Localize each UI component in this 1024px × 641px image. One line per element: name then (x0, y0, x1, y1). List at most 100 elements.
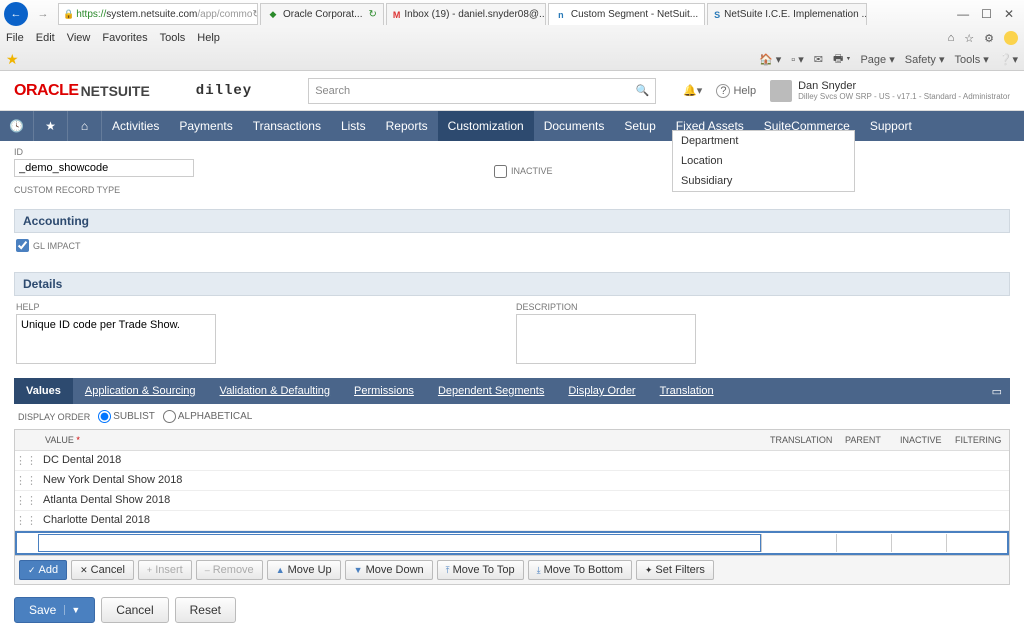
stop-icon[interactable]: ↻ (252, 9, 258, 20)
nav-back-button[interactable]: ← (4, 2, 28, 26)
tab-validation-defaulting[interactable]: Validation & Defaulting (208, 378, 342, 404)
browser-tab-3[interactable]: SNetSuite I.C.E. Implemenation ... (707, 3, 867, 25)
save-caret-icon[interactable]: ▼ (64, 605, 80, 615)
cancel-button[interactable]: Cancel (101, 597, 168, 623)
home-chrome-icon[interactable]: ⌂ (948, 32, 955, 44)
move-up-button[interactable]: ▲Move Up (267, 560, 341, 580)
url-bar[interactable]: 🔒 https://system.netsuite.com/app/commo … (58, 3, 258, 25)
cancel-row-button[interactable]: ✕Cancel (71, 560, 134, 580)
move-down-button[interactable]: ▼Move Down (345, 560, 433, 580)
id-label: ID (14, 147, 194, 157)
side-item-location[interactable]: Location (673, 151, 854, 171)
tab-refresh-icon[interactable]: ↻ (368, 9, 376, 20)
menu-edit[interactable]: Edit (36, 32, 55, 44)
col-inactive[interactable]: INACTIVE (894, 430, 949, 450)
gl-impact-checkbox[interactable] (16, 239, 29, 252)
accounting-header[interactable]: Accounting (14, 209, 1010, 233)
set-filters-button[interactable]: ✦Set Filters (636, 560, 714, 580)
browser-tab-1[interactable]: MInbox (19) - daniel.snyder08@... (386, 3, 546, 25)
toolbar-tools[interactable]: Tools ▾ (955, 53, 989, 66)
browser-tab-2[interactable]: nCustom Segment - NetSuit... (548, 3, 705, 25)
nav-customization[interactable]: Customization (438, 111, 534, 141)
star-chrome-icon[interactable]: ☆ (964, 32, 974, 45)
nav-transactions[interactable]: Transactions (243, 111, 331, 141)
insert-button[interactable]: +Insert (138, 560, 192, 580)
tab-permissions[interactable]: Permissions (342, 378, 426, 404)
table-row[interactable]: ⋮⋮DC Dental 2018 (15, 451, 1009, 471)
toolbar-feed-icon[interactable]: ▫ ▾ (791, 53, 803, 66)
id-input[interactable] (14, 159, 194, 177)
nav-payments[interactable]: Payments (169, 111, 242, 141)
tabs-maximize-icon[interactable]: ▭ (984, 385, 1010, 398)
window-close-icon[interactable]: ✕ (1004, 7, 1014, 21)
nav-reports[interactable]: Reports (376, 111, 438, 141)
table-row[interactable]: ⋮⋮Atlanta Dental Show 2018 (15, 491, 1009, 511)
search-icon[interactable]: 🔍 (636, 84, 650, 97)
radio-sublist[interactable]: SUBLIST (98, 410, 155, 423)
smiley-icon[interactable] (1004, 31, 1018, 45)
new-row-entry[interactable] (15, 531, 1009, 555)
description-textarea[interactable] (516, 314, 696, 364)
tab-dependent-segments[interactable]: Dependent Segments (426, 378, 556, 404)
favorites-star-icon[interactable]: ★ (6, 51, 19, 68)
side-item-subsidiary[interactable]: Subsidiary (673, 171, 854, 191)
menu-view[interactable]: View (67, 32, 91, 44)
notifications-icon[interactable]: 🔔▾ (683, 84, 702, 97)
table-row[interactable]: ⋮⋮Charlotte Dental 2018 (15, 511, 1009, 531)
toolbar-print-icon[interactable]: 🖶 ▾ (833, 50, 851, 69)
menu-file[interactable]: File (6, 32, 24, 44)
reset-button[interactable]: Reset (175, 597, 236, 623)
toolbar-help-icon[interactable]: ❔▾ (999, 53, 1018, 66)
inactive-checkbox[interactable] (494, 165, 507, 178)
nav-recent-icon[interactable]: 🕓 (0, 111, 34, 141)
col-parent[interactable]: PARENT (839, 430, 894, 450)
url-https: https:// (76, 9, 106, 20)
col-filtering[interactable]: FILTERING (949, 430, 1009, 450)
move-top-button[interactable]: ⤒Move To Top (437, 560, 524, 580)
nav-documents[interactable]: Documents (534, 111, 615, 141)
browser-tab-0[interactable]: ◆Oracle Corporat...↻ (260, 3, 384, 25)
nav-activities[interactable]: Activities (102, 111, 169, 141)
global-search-input[interactable]: Search 🔍 (308, 78, 656, 104)
tab-application-sourcing[interactable]: Application & Sourcing (73, 378, 208, 404)
save-button[interactable]: Save▼ (14, 597, 95, 623)
window-maximize-icon[interactable]: ☐ (981, 7, 992, 21)
col-translation[interactable]: TRANSLATION (764, 430, 839, 450)
tab-display-order[interactable]: Display Order (556, 378, 647, 404)
toolbar-safety[interactable]: Safety ▾ (905, 53, 945, 66)
nav-setup[interactable]: Setup (614, 111, 665, 141)
help-link[interactable]: ?Help (716, 85, 756, 97)
side-item-department[interactable]: Department (673, 131, 854, 151)
details-header[interactable]: Details (14, 272, 1010, 296)
col-value[interactable]: VALUE * (15, 430, 764, 450)
nav-home-icon[interactable]: ⌂ (68, 111, 102, 141)
radio-alphabetical[interactable]: ALPHABETICAL (163, 410, 252, 423)
window-minimize-icon[interactable]: — (957, 7, 969, 21)
table-row[interactable]: ⋮⋮New York Dental Show 2018 (15, 471, 1009, 491)
remove-button[interactable]: –Remove (196, 560, 263, 580)
menu-tools[interactable]: Tools (160, 32, 186, 44)
user-menu[interactable]: Dan Snyder Dilley Svcs OW SRP - US - v17… (770, 80, 1010, 102)
nav-star-icon[interactable]: ★ (34, 111, 68, 141)
drag-handle-icon[interactable]: ⋮⋮ (15, 474, 37, 487)
toolbar-mail-icon[interactable]: ✉ (814, 53, 823, 66)
move-bottom-button[interactable]: ⤓Move To Bottom (528, 560, 632, 580)
add-button[interactable]: ✓Add (19, 560, 67, 580)
drag-handle-icon[interactable]: ⋮⋮ (15, 494, 37, 507)
drag-handle-icon[interactable]: ⋮⋮ (15, 454, 37, 467)
new-value-input[interactable] (38, 534, 761, 552)
toolbar-home-icon[interactable]: 🏠 ▾ (759, 53, 781, 66)
gl-impact-label: GL IMPACT (33, 241, 81, 251)
menu-favorites[interactable]: Favorites (102, 32, 147, 44)
drag-handle-icon[interactable]: ⋮⋮ (15, 514, 37, 527)
nav-lists[interactable]: Lists (331, 111, 376, 141)
tab-translation[interactable]: Translation (648, 378, 726, 404)
toolbar-page[interactable]: Page ▾ (860, 53, 894, 66)
help-textarea[interactable]: Unique ID code per Trade Show. (16, 314, 216, 364)
classification-popup: Department Location Subsidiary (672, 130, 855, 192)
tab-values[interactable]: Values (14, 378, 73, 404)
menu-help[interactable]: Help (197, 32, 220, 44)
nav-forward-button[interactable]: → (30, 2, 56, 26)
nav-support[interactable]: Support (860, 111, 922, 141)
gear-chrome-icon[interactable]: ⚙ (984, 32, 994, 45)
